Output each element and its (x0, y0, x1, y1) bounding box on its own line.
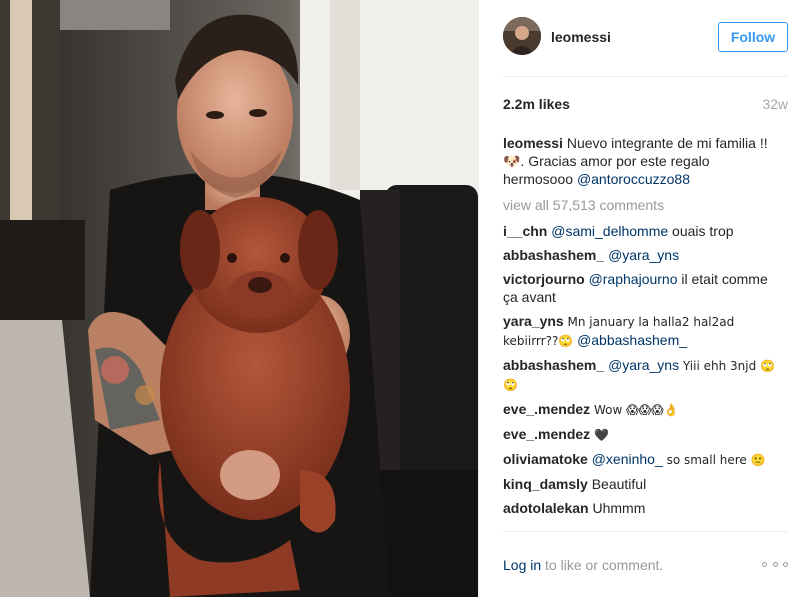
comment-item: kinq_damsly Beautiful (503, 475, 780, 493)
comment-username[interactable]: yara_yns (503, 313, 564, 329)
comment-item: victorjourno @raphajourno il etait comme… (503, 270, 780, 306)
avatar[interactable] (503, 17, 541, 55)
login-prompt: Log in to like or comment. (503, 557, 663, 573)
post-image (0, 0, 478, 597)
comment-username[interactable]: eve_.mendez (503, 426, 590, 442)
post-side-panel: leomessi Follow 2.2m likes 32w leomessi … (478, 0, 796, 597)
view-all-comments-link[interactable]: view all 57,513 comments (503, 196, 780, 214)
comment-mention[interactable]: @sami_delhomme (551, 223, 668, 239)
more-dot (762, 561, 767, 567)
comment-text: Beautiful (587, 476, 647, 492)
login-link[interactable]: Log in (503, 557, 541, 573)
comment-text: Uhmmm (588, 500, 646, 516)
comment-username[interactable]: i__chn (503, 223, 547, 239)
post-header: leomessi Follow (503, 0, 788, 77)
caption-username[interactable]: leomessi (503, 135, 563, 151)
comment-username[interactable]: victorjourno (503, 271, 585, 287)
instagram-post: leomessi Follow 2.2m likes 32w leomessi … (0, 0, 796, 597)
comment-text: Wow 😱😱😱👌 (590, 403, 679, 417)
comment-text: so small here 🙁 (662, 453, 766, 467)
post-age[interactable]: 32w (762, 96, 788, 112)
comment-mention[interactable]: @raphajourno (589, 271, 678, 287)
comment-username[interactable]: abbashashem_ (503, 357, 604, 373)
post-photo[interactable] (0, 0, 478, 597)
comment-text: 🖤 (590, 428, 609, 442)
comment-username[interactable]: oliviamatoke (503, 451, 588, 467)
login-prompt-text: to like or comment. (541, 557, 664, 573)
avatar-image (503, 17, 541, 55)
comment-mention[interactable]: @yara_yns (608, 247, 679, 263)
comment-text: ouais trop (668, 223, 734, 239)
comment-item: abbashashem_ @yara_yns Yiii ehh 3njd 🙄🙄 (503, 356, 780, 394)
more-dot (783, 561, 788, 567)
comment-mention[interactable]: @xeninho_ (592, 451, 663, 467)
follow-button[interactable]: Follow (718, 22, 788, 52)
comment-item: oliviamatoke @xeninho_ so small here 🙁 (503, 450, 780, 469)
comment-username[interactable]: eve_.mendez (503, 401, 590, 417)
comment-username[interactable]: kinq_damsly (503, 476, 588, 492)
comment-username[interactable]: adotolalekan (503, 500, 589, 516)
post-author-username[interactable]: leomessi (551, 29, 611, 45)
more-dot (772, 561, 778, 567)
caption-mention[interactable]: @antoroccuzzo88 (577, 171, 690, 187)
comment-item: adotolalekan Uhmmm (503, 499, 780, 517)
comment-mention[interactable]: @yara_yns (608, 357, 679, 373)
comment-username[interactable]: abbashashem_ (503, 247, 604, 263)
post-caption: leomessi Nuevo integrante de mi familia … (503, 134, 780, 188)
comment-item: abbashashem_ @yara_yns (503, 246, 780, 264)
comment-item: i__chn @sami_delhomme ouais trop (503, 222, 780, 240)
comment-item: eve_.mendez 🖤 (503, 425, 780, 444)
post-stats: 2.2m likes 32w (503, 96, 788, 116)
likes-count[interactable]: 2.2m likes (503, 96, 570, 112)
comment-mention[interactable]: @abbashashem_ (577, 332, 687, 348)
comment-item: eve_.mendez Wow 😱😱😱👌 (503, 400, 780, 419)
comments-list: leomessi Nuevo integrante de mi familia … (503, 134, 780, 531)
more-options-icon[interactable] (762, 556, 788, 572)
post-footer: Log in to like or comment. (503, 531, 788, 598)
comment-item: yara_yns Mn january la halla2 hal2ad keb… (503, 312, 780, 350)
